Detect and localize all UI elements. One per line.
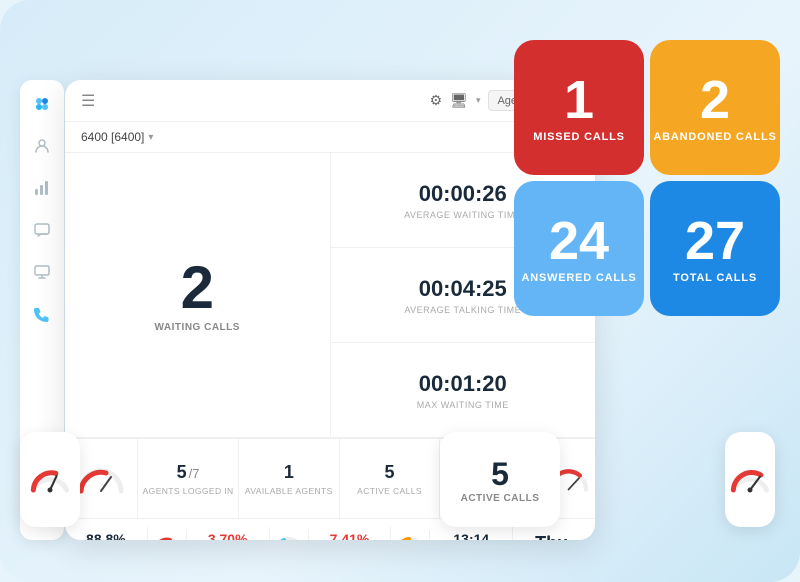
avg-waiting-label: AVERAGE WAITING TIME [404, 210, 521, 220]
abandon-rate-cell: 7.41% ABANDON RATE [309, 527, 392, 540]
footer-gauge-3 [391, 530, 430, 541]
agents-logged-label: AGENTS LOGGED IN [143, 486, 234, 496]
missed-rate-cell: 3.70% MISSED RATE [187, 527, 270, 540]
sidebar-user-icon[interactable] [30, 134, 54, 158]
total-calls-card: 27 TOTAL CALLS [650, 181, 780, 316]
waiting-calls-number: 2 [181, 258, 214, 318]
settings-icon[interactable]: ⚙ [430, 92, 443, 109]
sidebar-reports-icon[interactable] [30, 176, 54, 200]
total-calls-number: 27 [685, 214, 745, 268]
missed-calls-label: MISSED CALLS [533, 131, 625, 143]
active-calls-overlay-number: 5 [491, 456, 509, 493]
agent-status-icon: ▾ [476, 95, 481, 106]
abandoned-calls-number: 2 [700, 73, 730, 127]
answered-calls-card: 24 ANSWERED CALLS [514, 181, 644, 316]
abandoned-calls-label: ABANDONED CALLS [653, 131, 776, 143]
agents-logged-cell: 5 /7 AGENTS LOGGED IN [138, 439, 239, 518]
time-display: 13:14 [453, 531, 489, 540]
available-agents-number: 1 [284, 462, 294, 483]
footer-gauge-1 [148, 530, 187, 541]
sidebar-phone-icon[interactable] [30, 302, 54, 326]
waiting-calls-cell: 2 WAITING CALLS [65, 153, 331, 437]
max-waiting-label: MAX WAITING TIME [417, 400, 509, 410]
time-cell-footer: 13:14 05/13/2021 [430, 527, 513, 540]
abandon-rate-number: 7.41% [330, 531, 370, 540]
active-calls-number: 5 [385, 462, 395, 483]
total-calls-label: TOTAL CALLS [673, 272, 757, 284]
active-calls-overlay-card: 5 ACTIVE CALLS [440, 432, 560, 527]
active-calls-overlay-label: ACTIVE CALLS [461, 493, 540, 504]
missed-calls-number: 1 [564, 73, 594, 127]
active-calls-label: ACTIVE CALLS [357, 486, 422, 496]
max-waiting-cell: 00:01:20 MAX WAITING TIME [331, 343, 596, 437]
sidebar-logo-icon[interactable] [30, 92, 54, 116]
extension-dropdown-icon: ▾ [148, 132, 153, 143]
answered-calls-label: ANSWERED CALLS [521, 272, 636, 284]
abandoned-calls-card: 2 ABANDONED CALLS [650, 40, 780, 175]
answered-rate-cell: 88.8% ANSWERED RATE [65, 527, 148, 540]
day-display: Thu. [535, 533, 573, 540]
max-waiting-time: 00:01:20 [419, 371, 507, 397]
monitor-icon[interactable]: 🖥 [450, 92, 468, 109]
bottom-right-gauge-card [725, 432, 775, 527]
avg-waiting-time: 00:00:26 [419, 181, 507, 207]
answered-rate-number: 88.8% [86, 531, 126, 540]
day-cell: Thu. [513, 529, 595, 540]
sidebar-monitor-icon[interactable] [30, 260, 54, 284]
avg-talking-time: 00:04:25 [419, 276, 507, 302]
active-calls-cell: 5 ACTIVE CALLS [340, 439, 441, 518]
available-agents-label: AVAILABLE AGENTS [245, 486, 333, 496]
footer-gauge-2 [270, 530, 309, 541]
agents-logged-number: 5 [177, 462, 187, 483]
metric-cards: 1 MISSED CALLS 2 ABANDONED CALLS 24 ANSW… [514, 40, 780, 316]
menu-icon[interactable]: ☰ [81, 91, 95, 111]
bottom-left-gauge-card [20, 432, 80, 527]
sidebar-chat-icon[interactable] [30, 218, 54, 242]
missed-rate-number: 3.70% [208, 531, 248, 540]
avg-talking-label: AVERAGE TALKING TIME [404, 305, 521, 315]
available-agents-cell: 1 AVAILABLE AGENTS [239, 439, 340, 518]
answered-calls-number: 24 [549, 214, 609, 268]
missed-calls-card: 1 MISSED CALLS [514, 40, 644, 175]
waiting-calls-label: WAITING CALLS [155, 322, 240, 333]
